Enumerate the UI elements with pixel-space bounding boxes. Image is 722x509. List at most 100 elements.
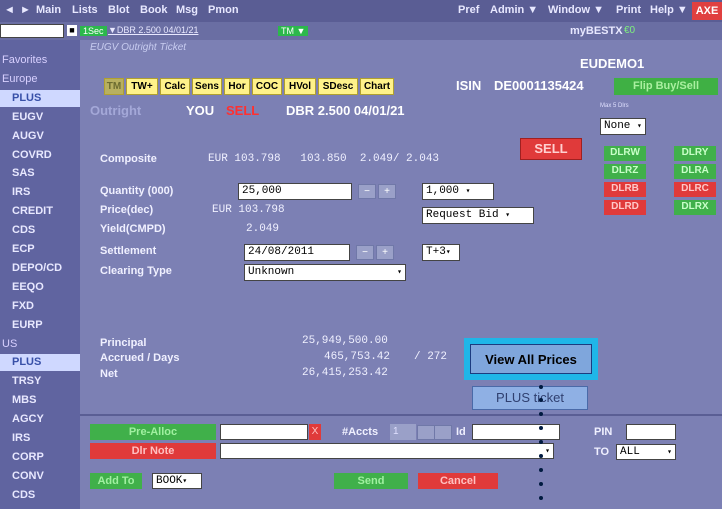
tab-tw[interactable]: TW+ — [126, 78, 158, 95]
sidebar-item-agcy[interactable]: AGCY — [0, 411, 80, 428]
sidebar-item-covrd[interactable]: COVRD — [0, 147, 80, 164]
pre-alloc-input[interactable] — [220, 424, 308, 440]
menu-lists[interactable]: Lists — [72, 4, 98, 16]
accrued-label: Accrued / Days — [100, 352, 180, 364]
menu-window[interactable]: Window ▼ — [548, 4, 604, 16]
tab-hor[interactable]: Hor — [224, 78, 250, 95]
sidebar-item-sas[interactable]: SAS — [0, 165, 80, 182]
sidebar-item-us[interactable]: US — [0, 336, 80, 353]
tab-tm[interactable]: TM — [104, 78, 124, 95]
plus-ticket-button[interactable]: PLUS ticket — [472, 386, 588, 410]
callout-dot — [539, 468, 543, 472]
sidebar-item-corp[interactable]: CORP — [0, 449, 80, 466]
tab-hvol[interactable]: HVol — [284, 78, 316, 95]
menu-blot[interactable]: Blot — [108, 4, 129, 16]
menu-print[interactable]: Print — [616, 4, 641, 16]
sidebar-item-conv[interactable]: CONV — [0, 468, 80, 485]
dealer-preset-select[interactable]: None ▾ — [600, 118, 646, 135]
symbol-input[interactable] — [0, 24, 64, 38]
dlr-note-input[interactable]: ▾ — [220, 443, 554, 459]
tm-tag[interactable]: TM ▼ — [278, 26, 309, 36]
accts-input[interactable]: 1 — [390, 424, 416, 440]
forward-arrow-icon[interactable]: ► — [20, 4, 31, 16]
sidebar-item-plus[interactable]: PLUS — [0, 89, 80, 107]
dealer-button-dlrc[interactable]: DLRC — [674, 182, 716, 197]
sidebar-item-cds[interactable]: CDS — [0, 222, 80, 239]
account-name: EUDEMO1 — [580, 56, 645, 71]
view-all-prices-button[interactable]: View All Prices — [470, 344, 592, 374]
sidebar-item-cds[interactable]: CDS — [0, 487, 80, 504]
dealer-button-dlrd[interactable]: DLRD — [604, 200, 646, 215]
sidebar-item-irs[interactable]: IRS — [0, 184, 80, 201]
quantity-increase-button[interactable]: + — [378, 184, 396, 199]
tab-calc[interactable]: Calc — [160, 78, 190, 95]
sidebar-item-europe[interactable]: Europe — [0, 71, 80, 88]
sell-button[interactable]: SELL — [520, 138, 582, 160]
dealer-button-dlra[interactable]: DLRA — [674, 164, 716, 179]
principal-value: 25,949,500.00 — [302, 335, 388, 347]
sidebar-item-irs[interactable]: IRS — [0, 430, 80, 447]
sidebar-item-depo-cd[interactable]: DEPO/CD — [0, 260, 80, 277]
sidebar-item-fxd[interactable]: FXD — [0, 298, 80, 315]
quantity-input[interactable]: 25,000 — [238, 183, 352, 200]
net-label: Net — [100, 368, 118, 380]
menu-pmon[interactable]: Pmon — [208, 4, 239, 16]
sidebar-item-eeqo[interactable]: EEQO — [0, 279, 80, 296]
sidebar-item-mbs[interactable]: MBS — [0, 392, 80, 409]
sidebar-item-augv[interactable]: AUGV — [0, 128, 80, 145]
quantity-step-select[interactable]: 1,000 ▾ — [422, 183, 494, 200]
sidebar-item-plus[interactable]: PLUS — [0, 354, 80, 372]
to-select[interactable]: ALL ▾ — [616, 444, 676, 460]
tab-sdesc[interactable]: SDesc — [318, 78, 358, 95]
menu-book[interactable]: Book — [140, 4, 168, 16]
accts-decrease-button[interactable] — [417, 425, 435, 440]
pin-input[interactable] — [626, 424, 676, 440]
tab-sens[interactable]: Sens — [192, 78, 222, 95]
dealer-button-dlry[interactable]: DLRY — [674, 146, 716, 161]
settlement-decrease-button[interactable]: − — [356, 245, 374, 260]
clear-x-button[interactable]: X — [309, 424, 321, 440]
dealer-button-dlrx[interactable]: DLRX — [674, 200, 716, 215]
dealer-button-dlrz[interactable]: DLRZ — [604, 164, 646, 179]
cancel-button[interactable]: Cancel — [418, 473, 498, 489]
quantity-decrease-button[interactable]: − — [358, 184, 376, 199]
menu-main[interactable]: Main — [36, 4, 61, 16]
clearing-type-select[interactable]: Unknown ▾ — [244, 264, 406, 281]
price-label: Price(dec) — [100, 204, 154, 216]
sidebar-item-eugv[interactable]: EUGV — [0, 109, 80, 126]
tab-chart[interactable]: Chart — [360, 78, 394, 95]
lock-icon[interactable]: ■ — [67, 25, 77, 36]
menu-msg[interactable]: Msg — [176, 4, 198, 16]
view-all-prices-highlight: View All Prices — [464, 338, 598, 380]
settlement-date-input[interactable]: 24/08/2011 — [244, 244, 350, 261]
sidebar-item-trsy[interactable]: TRSY — [0, 373, 80, 390]
sidebar-item-eurp[interactable]: EURP — [0, 317, 80, 334]
menu-admin[interactable]: Admin ▼ — [490, 4, 538, 16]
menu-help[interactable]: Help ▼ — [650, 4, 688, 16]
dealer-button-dlrw[interactable]: DLRW — [604, 146, 646, 161]
bond-label: DBR 2.500 04/01/21 — [286, 103, 405, 118]
dealer-button-dlrb[interactable]: DLRB — [604, 182, 646, 197]
settlement-increase-button[interactable]: + — [376, 245, 394, 260]
dlr-note-button[interactable]: Dlr Note — [90, 443, 216, 459]
accts-increase-button[interactable] — [434, 425, 452, 440]
request-select[interactable]: Request Bid ▾ — [422, 207, 534, 224]
add-to-button[interactable]: Add To — [90, 473, 142, 489]
settlement-code-select[interactable]: T+3▾ — [422, 244, 460, 261]
tab-coc[interactable]: COC — [252, 78, 282, 95]
sidebar-item-favorites[interactable]: Favorites — [0, 52, 80, 69]
instrument-link[interactable]: ▼DBR 2.500 04/01/21 — [108, 25, 198, 35]
sidebar-item-ecp[interactable]: ECP — [0, 241, 80, 258]
interval-tag[interactable]: 1Sec — [80, 26, 107, 36]
id-input[interactable] — [472, 424, 560, 440]
menu-pref[interactable]: Pref — [458, 4, 479, 16]
pin-label: PIN — [594, 426, 613, 438]
book-select[interactable]: BOOK▾ — [152, 473, 202, 489]
dropdown-arrow-icon: ▾ — [637, 122, 642, 131]
back-arrow-icon[interactable]: ◄ — [4, 4, 15, 16]
axe-button[interactable]: AXE — [692, 2, 722, 20]
sidebar-item-credit[interactable]: CREDIT — [0, 203, 80, 220]
flip-buy-sell-button[interactable]: Flip Buy/Sell — [614, 78, 718, 95]
send-button[interactable]: Send — [334, 473, 408, 489]
pre-alloc-button[interactable]: Pre-Alloc — [90, 424, 216, 440]
